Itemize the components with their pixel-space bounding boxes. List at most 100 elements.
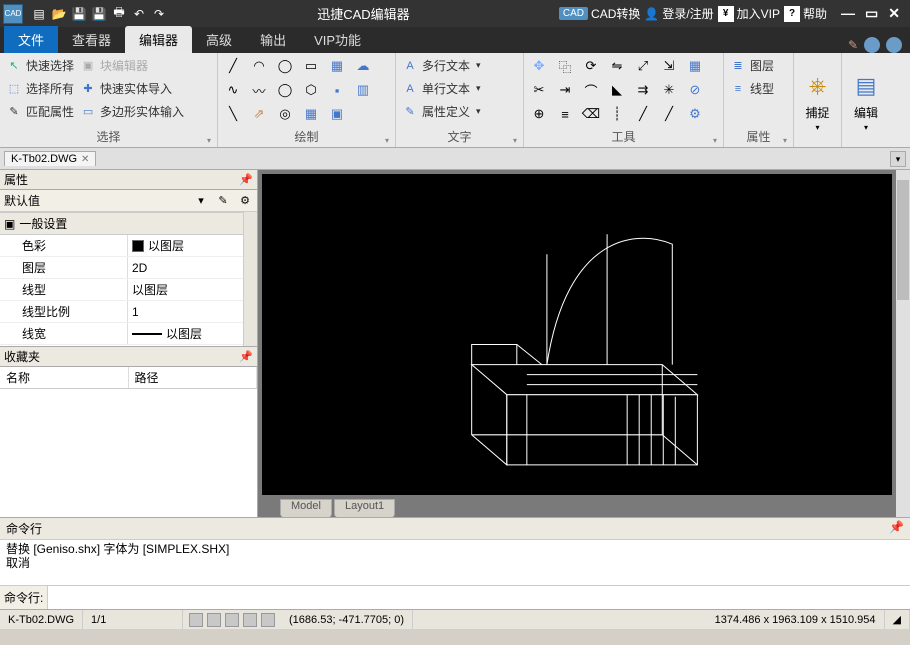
lengthen-icon[interactable]: ╱ (658, 103, 680, 125)
snap-toggle[interactable] (189, 613, 203, 627)
prop-layer[interactable]: 图层2D (0, 257, 257, 279)
polygon2-icon[interactable]: ⬡ (300, 79, 322, 101)
tab-advanced[interactable]: 高级 (192, 26, 246, 53)
tool7-icon[interactable]: ⚙ (684, 103, 706, 125)
document-dropdown[interactable]: ▾ (890, 151, 906, 167)
erase-icon[interactable]: ⌫ (580, 103, 602, 125)
rect-icon[interactable]: ▭ (300, 55, 322, 77)
chamfer-icon[interactable]: ◣ (606, 79, 628, 101)
layout1-tab[interactable]: Layout1 (334, 499, 395, 517)
tab-viewer[interactable]: 查看器 (58, 26, 125, 53)
document-tab[interactable]: K-Tb02.DWG ✕ (4, 151, 96, 166)
mtext-button[interactable]: A多行文本▾ (400, 55, 519, 76)
xline-icon[interactable]: ⇗ (248, 103, 270, 125)
fillet-icon[interactable]: ⌒ (580, 79, 602, 101)
rotate-icon[interactable]: ⟳ (580, 55, 602, 77)
ribbon-options-icon[interactable]: ✎ (848, 38, 858, 52)
region-icon[interactable]: ▥ (352, 79, 374, 101)
prop-scrollbar[interactable] (243, 212, 257, 346)
snap-button[interactable]: ⎈ 捕捉▾ (798, 68, 838, 134)
tab-editor[interactable]: 编辑器 (125, 26, 192, 53)
canvas-vscroll[interactable] (896, 170, 910, 517)
prop-ltscale[interactable]: 线型比例1 (0, 301, 257, 323)
polyline-icon[interactable]: ∿ (222, 79, 244, 101)
drawing-canvas[interactable] (262, 174, 892, 495)
fav-col-name[interactable]: 名称 (0, 367, 129, 388)
table-icon[interactable]: ▦ (300, 103, 322, 125)
quick-entity-import-button[interactable]: ✚快速实体导入 (78, 78, 174, 99)
donut-icon[interactable]: ◎ (274, 103, 296, 125)
quick-select-button[interactable]: ↖快速选择 (4, 55, 76, 76)
scale-icon[interactable]: ⤢ (632, 55, 654, 77)
mirror-icon[interactable]: ⇋ (606, 55, 628, 77)
join-icon[interactable]: ⊕ (528, 103, 550, 125)
ortho-toggle[interactable] (225, 613, 239, 627)
stretch-icon[interactable]: ⇲ (658, 55, 680, 77)
line-icon[interactable]: ╱ (222, 55, 244, 77)
cloud-icon[interactable]: ☁ (352, 55, 374, 77)
spline-icon[interactable]: 〰 (248, 79, 270, 101)
extend-icon[interactable]: ⇥ (554, 79, 576, 101)
grid-toggle[interactable] (207, 613, 221, 627)
trim-icon[interactable]: ✂ (528, 79, 550, 101)
match-props-button[interactable]: ✎匹配属性 (4, 101, 76, 122)
pin-icon[interactable]: 📌 (239, 350, 253, 363)
polar-toggle[interactable] (243, 613, 257, 627)
insert-icon[interactable]: ▣ (326, 103, 348, 125)
prop-btn2[interactable]: ✎ (213, 192, 233, 210)
point-icon[interactable]: ▪ (326, 79, 348, 101)
undo-icon[interactable]: ↶ (130, 5, 148, 23)
help-link[interactable]: ?帮助 (784, 5, 827, 22)
array-icon[interactable]: ▦ (684, 55, 706, 77)
command-input[interactable] (48, 586, 910, 609)
model-tab[interactable]: Model (280, 499, 332, 517)
measure-icon[interactable]: ╱ (632, 103, 654, 125)
offset-icon[interactable]: ⇉ (632, 79, 654, 101)
redo-icon[interactable]: ↷ (150, 5, 168, 23)
ribbon-help-icon[interactable] (886, 37, 902, 53)
divide-icon[interactable]: ┊ (606, 103, 628, 125)
status-resize-grip[interactable]: ◢ (885, 610, 910, 629)
select-all-button[interactable]: ⬚选择所有 (4, 78, 76, 99)
edit-button[interactable]: ▤ 编辑▾ (846, 68, 886, 134)
prop-btn3[interactable]: ⚙ (235, 192, 255, 210)
hatch-icon[interactable]: ▦ (326, 55, 348, 77)
move-icon[interactable]: ✥ (528, 55, 550, 77)
tab-file[interactable]: 文件 (4, 26, 58, 53)
open-icon[interactable]: 📂 (50, 5, 68, 23)
layer-button[interactable]: ≣图层 (728, 55, 789, 76)
prop-color[interactable]: 色彩以图层 (0, 235, 257, 257)
print-icon[interactable]: 🖶 (110, 5, 128, 23)
cad-convert-link[interactable]: CADCAD转换 (559, 5, 640, 22)
ray-icon[interactable]: ╲ (222, 103, 244, 125)
circle-icon[interactable]: ◯ (274, 55, 296, 77)
osnap-toggle[interactable] (261, 613, 275, 627)
save-icon[interactable]: 💾 (70, 5, 88, 23)
explode-icon[interactable]: ✳ (658, 79, 680, 101)
attdef-button[interactable]: ✎属性定义▾ (400, 101, 519, 122)
linetype-button[interactable]: ≡线型 (728, 78, 789, 99)
pin-icon[interactable]: 📌 (239, 173, 253, 186)
saveas-icon[interactable]: 💾 (90, 5, 108, 23)
close-button[interactable]: ✕ (888, 5, 900, 22)
new-icon[interactable]: ▤ (30, 5, 48, 23)
polygon-entity-input-button[interactable]: ▭多边形实体输入 (78, 101, 186, 122)
minimize-button[interactable]: — (841, 5, 855, 22)
break-icon[interactable]: ⊘ (684, 79, 706, 101)
prop-lineweight[interactable]: 线宽以图层▾ (0, 323, 257, 345)
pin-icon[interactable]: 📌 (889, 520, 904, 537)
tab-vip[interactable]: VIP功能 (300, 26, 375, 53)
fav-col-path[interactable]: 路径 (129, 367, 258, 388)
maximize-button[interactable]: ▭ (865, 5, 878, 22)
prop-btn1[interactable]: ▾ (191, 192, 211, 210)
align-icon[interactable]: ≡ (554, 103, 576, 125)
vip-link[interactable]: ¥加入VIP (718, 5, 780, 22)
copy-icon[interactable]: ⿻ (554, 55, 576, 77)
tab-output[interactable]: 输出 (246, 26, 300, 53)
ellipse-icon[interactable]: ◯ (274, 79, 296, 101)
general-settings-category[interactable]: ▣一般设置 (0, 212, 257, 235)
close-tab-icon[interactable]: ✕ (81, 154, 89, 165)
login-link[interactable]: 👤登录/注册 (644, 5, 713, 22)
ribbon-minimize-icon[interactable] (864, 37, 880, 53)
prop-linetype[interactable]: 线型以图层 (0, 279, 257, 301)
